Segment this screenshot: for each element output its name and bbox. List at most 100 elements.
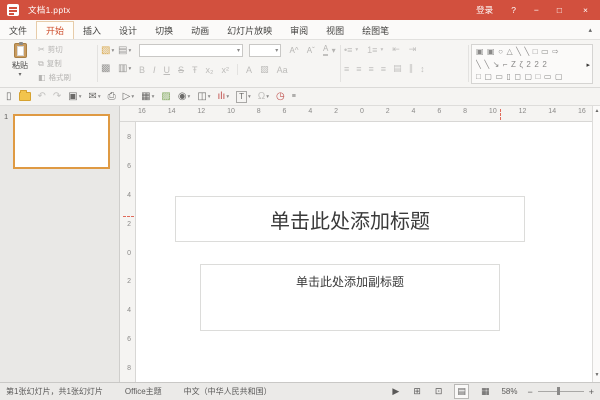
shapes-row-3[interactable]: □▢▭▯◻▢□▭▢	[476, 71, 582, 84]
justify-button[interactable]: ≡	[381, 64, 386, 74]
language-status[interactable]: 中文（中华人民共和国）	[184, 386, 272, 397]
shapes-row-2[interactable]: ╲╲↘⌐Zζ222	[476, 59, 582, 72]
highlight-button[interactable]: A	[246, 65, 252, 75]
paste-button[interactable]: 粘贴 ▾	[5, 43, 35, 78]
redo-button[interactable]: ↷	[53, 91, 61, 102]
bullets-button[interactable]: •≡	[344, 45, 352, 55]
copy-button[interactable]: ⧉ 复制	[38, 58, 71, 69]
columns-button[interactable]: ∥	[409, 63, 414, 74]
screenshot-button[interactable]: ◉▾	[178, 91, 191, 102]
tab-file[interactable]: 文件	[0, 21, 36, 39]
open-file-button[interactable]	[19, 92, 31, 101]
insert-table-button[interactable]: ▦▾	[141, 91, 154, 102]
smartart-button[interactable]: ◫▾	[197, 91, 210, 102]
ribbon-separator	[468, 45, 469, 82]
numbering-button[interactable]: 1≡	[367, 45, 377, 55]
bold-button[interactable]: B	[139, 65, 145, 75]
app-logo-icon	[7, 4, 19, 16]
decrease-indent-button[interactable]: ⇤	[392, 44, 400, 55]
font-name-select[interactable]: ▾	[139, 44, 243, 57]
font-color-dropdown-icon[interactable]: ▾	[332, 44, 336, 57]
tab-slideshow[interactable]: 幻灯片放映	[218, 21, 281, 39]
zoom-slider-thumb[interactable]	[557, 387, 560, 395]
vertical-scrollbar[interactable]: ▲ ▼	[592, 106, 600, 382]
slide-thumbnail[interactable]	[13, 114, 110, 169]
increase-indent-button[interactable]: ⇥	[409, 44, 417, 55]
tab-review[interactable]: 审阅	[281, 21, 317, 39]
scroll-up-icon[interactable]: ▲	[593, 108, 600, 114]
chevron-down-icon[interactable]: ▾	[273, 47, 280, 54]
tab-home[interactable]: 开始	[36, 21, 74, 39]
format-painter-button[interactable]: ◧ 格式刷	[38, 72, 71, 83]
customize-toolbar-button[interactable]: ≡	[292, 93, 296, 100]
maximize-button[interactable]: □	[548, 0, 571, 20]
new-file-button[interactable]: ▯	[6, 91, 12, 102]
slide-thumbnail-panel[interactable]: 1	[0, 106, 120, 382]
chevron-down-icon[interactable]: ▾	[235, 47, 242, 54]
underline-button[interactable]: U	[164, 65, 171, 75]
insert-symbol-button[interactable]: Ω▾	[258, 91, 269, 102]
slide-editing-canvas[interactable]: 单击此处添加标题 单击此处添加副标题	[136, 122, 592, 382]
subscript-button[interactable]: x₂	[206, 65, 214, 75]
reset-slide-button[interactable]: ▩	[101, 63, 118, 74]
master-view-button[interactable]: ▦	[479, 385, 492, 398]
tab-design[interactable]: 设计	[110, 21, 146, 39]
shrink-font-button[interactable]: Aˇ	[307, 44, 315, 57]
subtitle-placeholder[interactable]: 单击此处添加副标题	[200, 264, 500, 331]
shapes-more-icon[interactable]: ▸	[586, 61, 590, 69]
help-button[interactable]: ?	[502, 0, 525, 20]
reading-view-button[interactable]: ⊡	[433, 385, 445, 398]
collapse-ribbon-icon[interactable]: ▴	[580, 20, 600, 39]
shading-button[interactable]: ▨	[260, 64, 269, 75]
align-center-button[interactable]: ≡	[356, 64, 361, 74]
font-size-select[interactable]: ▾	[249, 44, 281, 57]
zoom-out-button[interactable]: −	[527, 387, 532, 397]
scroll-down-icon[interactable]: ▼	[593, 372, 600, 378]
minimize-button[interactable]: −	[525, 0, 548, 20]
font-color-button[interactable]: A	[323, 44, 328, 56]
undo-button[interactable]: ↶	[38, 91, 46, 102]
italic-button[interactable]: I	[153, 65, 156, 75]
slide-layout-button[interactable]: ▤▾	[118, 45, 135, 56]
tab-insert[interactable]: 插入	[74, 21, 110, 39]
insert-datetime-button[interactable]: ◷	[276, 91, 285, 102]
mail-button[interactable]: ✉▾	[89, 91, 101, 102]
login-button[interactable]: 登录	[467, 0, 502, 20]
superscript-button[interactable]: x²	[222, 65, 230, 75]
normal-view-button[interactable]: ▤	[454, 384, 469, 399]
status-bar: 第1张幻灯片，共1张幻灯片 Office主题 中文（中华人民共和国） ▶ ⊞ ⊡…	[0, 382, 600, 400]
strikethrough-button[interactable]: S	[178, 65, 184, 75]
tab-view[interactable]: 视图	[317, 21, 353, 39]
align-left-button[interactable]: ≡	[344, 64, 349, 74]
zoom-in-button[interactable]: +	[589, 387, 594, 397]
insert-textbox-button[interactable]: T▾	[236, 91, 251, 103]
insert-picture-button[interactable]: ▨	[161, 91, 170, 102]
slide-sorter-view-button[interactable]: ⊞	[411, 385, 423, 398]
theme-status[interactable]: Office主题	[125, 386, 162, 397]
insert-chart-button[interactable]: ılı▾	[218, 91, 230, 102]
change-case-button[interactable]: Aa	[277, 65, 288, 75]
text-effect-button[interactable]: Ŧ	[192, 65, 198, 75]
shapes-row-1[interactable]: ▣▣○△╲╲□▭⇨	[476, 46, 582, 59]
cut-button[interactable]: ✂ 剪切	[38, 44, 71, 55]
align-right-button[interactable]: ≡	[369, 64, 374, 74]
smartart-icon: ◫	[197, 91, 206, 102]
tab-ink[interactable]: 绘图笔	[353, 21, 398, 39]
slideshow-view-button[interactable]: ▶	[390, 385, 401, 398]
tab-animations[interactable]: 动画	[182, 21, 218, 39]
title-placeholder[interactable]: 单击此处添加标题	[175, 196, 525, 242]
slide-section-button[interactable]: ▥▾	[118, 63, 135, 74]
paste-dropdown-icon[interactable]: ▾	[5, 71, 35, 78]
distribute-button[interactable]: ▤	[393, 63, 402, 74]
tab-transitions[interactable]: 切换	[146, 21, 182, 39]
save-button[interactable]: ▣▾	[68, 91, 81, 102]
close-button[interactable]: ×	[571, 0, 600, 20]
line-spacing-button[interactable]: ↕	[420, 64, 425, 74]
new-slide-button[interactable]: ▧▾	[101, 45, 118, 56]
slide-count-status: 第1张幻灯片，共1张幻灯片	[6, 386, 103, 397]
grow-font-button[interactable]: A^	[289, 44, 298, 57]
zoom-slider[interactable]	[538, 391, 584, 392]
shapes-gallery[interactable]: ▣▣○△╲╲□▭⇨ ╲╲↘⌐Zζ222 □▢▭▯◻▢□▭▢ ▸	[471, 44, 593, 84]
select-tool-button[interactable]: ▷▾	[123, 91, 134, 102]
print-button[interactable]: ⎙	[108, 91, 116, 102]
